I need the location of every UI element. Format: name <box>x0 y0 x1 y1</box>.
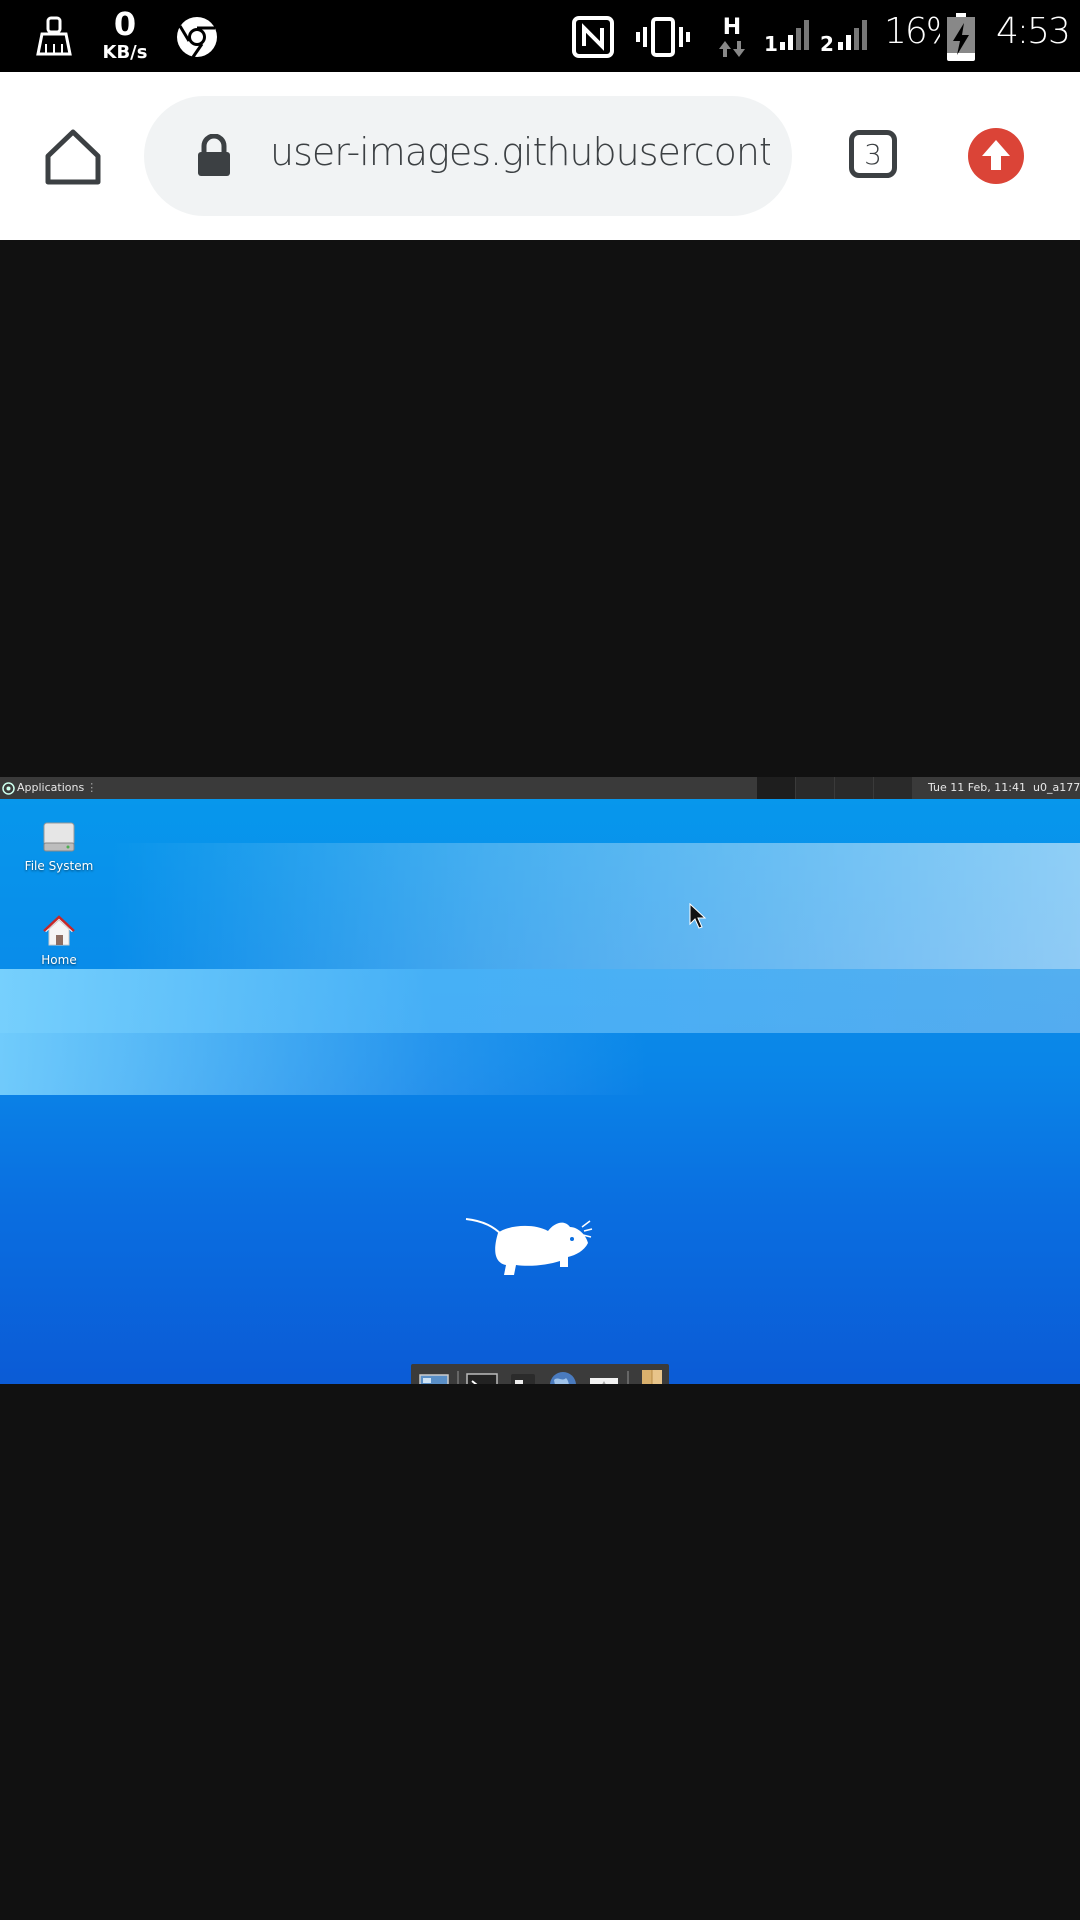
wallpaper-band <box>0 969 1080 1033</box>
signal-icon-sim2: 2 <box>820 16 868 56</box>
workspace-2[interactable] <box>796 777 835 799</box>
vibrate-icon <box>634 14 692 60</box>
drive-icon <box>43 822 75 852</box>
app-finder-icon[interactable] <box>586 1368 620 1384</box>
workspace-1[interactable] <box>757 777 796 799</box>
terminal-icon[interactable] <box>465 1368 499 1384</box>
xfce-top-panel: Applications ⋮ Tue 11 Feb, 11:41 u0_a177 <box>0 777 1080 799</box>
workspace-switcher[interactable] <box>757 777 913 799</box>
desktop-icon-label: Home <box>41 953 77 967</box>
web-browser-icon[interactable] <box>546 1368 580 1384</box>
browser-toolbar: user-images.githubusercontent. 3 <box>0 72 1080 240</box>
desktop-icon-label: File System <box>24 859 94 873</box>
battery-percent: 16% <box>884 14 940 50</box>
network-speed-value: 0 <box>113 5 137 43</box>
show-desktop-icon[interactable] <box>417 1368 451 1384</box>
desktop-icon-home[interactable]: Home <box>14 913 104 967</box>
desktop-icon-file-system[interactable]: File System <box>14 819 104 873</box>
mobile-data-icon: H <box>712 14 752 62</box>
tab-switcher-button[interactable]: 3 <box>849 130 897 178</box>
signal-icon: 1 <box>764 16 810 56</box>
folder-icon[interactable] <box>635 1368 669 1384</box>
battery-charging-icon <box>944 12 978 62</box>
workspace-3[interactable] <box>835 777 874 799</box>
panel-clock[interactable]: Tue 11 Feb, 11:41 <box>928 777 1026 799</box>
network-speed: 0 KB/s <box>100 8 150 62</box>
wallpaper-band <box>0 843 1080 969</box>
dock-separator <box>457 1371 460 1384</box>
menu-handle-icon: ⋮ <box>86 781 98 794</box>
file-manager-icon[interactable] <box>506 1368 540 1384</box>
applications-label: Applications <box>17 781 85 794</box>
home-icon[interactable] <box>42 126 104 188</box>
xfce-dock <box>411 1364 669 1384</box>
workspace-4[interactable] <box>874 777 913 799</box>
url-text[interactable]: user-images.githubusercontent. <box>270 130 770 174</box>
xfce-logo-icon <box>2 781 15 795</box>
panel-user[interactable]: u0_a177 <box>1033 777 1080 799</box>
xfce-mouse-logo-icon <box>464 1213 594 1287</box>
network-speed-unit: KB/s <box>102 42 148 63</box>
mouse-cursor-icon <box>689 902 707 933</box>
clock: 4:53 <box>996 11 1071 52</box>
wallpaper-band <box>0 1033 1080 1095</box>
nfc-icon <box>570 14 616 60</box>
url-bar[interactable]: user-images.githubusercontent. <box>144 96 792 216</box>
lock-icon[interactable] <box>196 133 232 178</box>
dock-separator <box>626 1371 629 1384</box>
home-folder-icon <box>43 915 75 946</box>
desktop-screenshot: Applications ⋮ Tue 11 Feb, 11:41 u0_a177… <box>0 777 1080 1384</box>
cleaner-icon <box>28 12 80 60</box>
chrome-icon <box>174 14 220 60</box>
applications-menu[interactable]: Applications ⋮ <box>2 777 97 799</box>
update-button[interactable] <box>968 128 1024 184</box>
status-bar: 0 KB/s H 1 2 16 4:53 <box>0 0 1080 72</box>
wallpaper: File System Home <box>0 799 1080 1384</box>
update-arrow-icon <box>982 140 1010 170</box>
network-type: H <box>722 15 742 40</box>
